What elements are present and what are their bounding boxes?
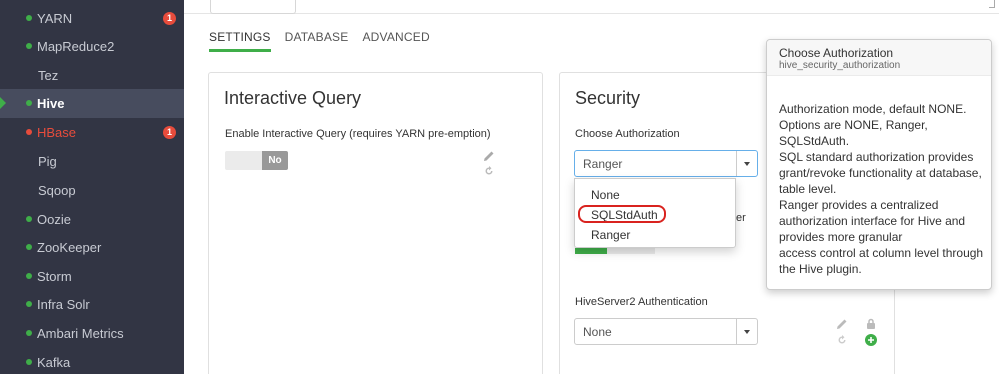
lock-icon[interactable]	[865, 318, 877, 332]
popover-property-name: hive_security_authorization	[779, 60, 901, 71]
toggle-off-segment	[607, 248, 655, 254]
sidebar-item-sqoop[interactable]: Sqoop	[0, 176, 184, 205]
tab-advanced[interactable]: ADVANCED	[362, 30, 429, 52]
sidebar-item-label: Oozie	[37, 212, 71, 227]
popover-body-line: SQLStdAuth.	[779, 134, 850, 148]
undo-refresh-icon[interactable]	[836, 334, 848, 348]
status-green-icon	[26, 43, 32, 49]
popover-body-line: authorization interface for Hive and	[779, 214, 966, 228]
sidebar-item-label: Sqoop	[38, 183, 76, 198]
toggle-value: No	[262, 151, 288, 170]
sidebar-item-infra-solr[interactable]: Infra Solr	[0, 290, 184, 319]
status-green-icon	[26, 244, 32, 250]
sidebar-item-pig[interactable]: Pig	[0, 147, 184, 176]
select-value: Ranger	[583, 157, 623, 171]
hiveserver2-authentication-label: HiveServer2 Authentication	[575, 296, 708, 308]
popover-body-line: provides more granular	[779, 230, 903, 244]
add-plus-icon[interactable]	[865, 334, 877, 348]
top-toolbar-strip	[184, 0, 999, 14]
status-green-icon	[26, 273, 32, 279]
alert-count-badge: 1	[163, 126, 176, 139]
sidebar-item-label: Storm	[37, 269, 72, 284]
popover-body-line: access control at column level through	[779, 246, 984, 260]
alert-count-badge: 1	[163, 12, 176, 25]
sidebar-item-label: Kafka	[37, 355, 71, 370]
sidebar-item-label: YARN	[37, 11, 73, 26]
hiveserver2-authentication-select[interactable]: None	[574, 318, 758, 345]
sidebar-item-kafka[interactable]: Kafka	[0, 348, 184, 374]
sidebar-item-label: Ambari Metrics	[37, 326, 124, 341]
chevron-down-icon[interactable]	[736, 319, 757, 344]
status-green-icon	[26, 359, 32, 365]
service-sidebar: YARN 1 MapReduce2 Tez Hive HBase 1 Pig S…	[0, 0, 184, 374]
interactive-query-toggle[interactable]: No	[225, 151, 288, 170]
authorization-help-popover: Choose Authorization hive_security_autho…	[766, 39, 992, 290]
panel-title: Interactive Query	[224, 88, 362, 108]
active-caret-icon	[0, 97, 6, 109]
undo-refresh-icon[interactable]	[483, 165, 495, 179]
obscured-field-label-fragment: er	[736, 212, 746, 224]
dropdown-option-ranger[interactable]: Ranger	[591, 228, 630, 242]
tab-settings[interactable]: SETTINGS	[209, 30, 271, 52]
panel-title: Security	[575, 88, 641, 108]
authorization-select[interactable]: Ranger	[574, 150, 758, 177]
sidebar-item-label: Tez	[38, 68, 59, 83]
sidebar-item-hive[interactable]: Hive	[0, 89, 184, 118]
sidebar-item-label: Pig	[38, 154, 57, 169]
toggle-off-segment	[225, 151, 262, 170]
sidebar-item-label: ZooKeeper	[37, 240, 102, 255]
popover-header: Choose Authorization hive_security_autho…	[767, 40, 991, 76]
sidebar-item-oozie[interactable]: Oozie	[0, 205, 184, 234]
sidebar-item-ambari-metrics[interactable]: Ambari Metrics	[0, 319, 184, 348]
edit-pencil-icon[interactable]	[836, 318, 848, 332]
sidebar-item-label: MapReduce2	[37, 39, 115, 54]
sidebar-item-yarn[interactable]: YARN 1	[0, 4, 184, 33]
status-green-icon	[26, 216, 32, 222]
sidebar-item-hbase[interactable]: HBase 1	[0, 118, 184, 147]
popover-title: Choose Authorization	[779, 46, 894, 60]
sidebar-item-label: HBase	[37, 125, 77, 140]
popover-body-line: Ranger provides a centralized	[779, 198, 939, 212]
enable-interactive-query-label: Enable Interactive Query (requires YARN …	[225, 128, 491, 140]
status-green-icon	[26, 301, 32, 307]
tab-database[interactable]: DATABASE	[285, 30, 349, 52]
popover-body-line: grant/revoke functionality at database,	[779, 166, 982, 180]
choose-authorization-label: Choose Authorization	[575, 128, 680, 140]
top-toolbar-box	[210, 0, 296, 14]
toggle-on-segment	[575, 248, 607, 254]
sidebar-item-label: Infra Solr	[37, 297, 90, 312]
popover-body: Authorization mode, default NONE. Option…	[779, 101, 989, 277]
sidebar-item-zookeeper[interactable]: ZooKeeper	[0, 233, 184, 262]
status-green-icon	[26, 15, 32, 21]
annotation-highlight-ring	[578, 205, 666, 223]
interactive-query-panel	[208, 72, 543, 374]
edit-pencil-icon[interactable]	[483, 150, 495, 164]
dropdown-option-none[interactable]: None	[591, 188, 620, 202]
status-green-icon	[26, 330, 32, 336]
select-value: None	[583, 325, 612, 339]
popover-body-line: Options are NONE, Ranger,	[779, 118, 928, 132]
sidebar-item-label: Hive	[37, 96, 65, 111]
corner-scroll-marker	[989, 0, 995, 8]
sidebar-item-mapreduce2[interactable]: MapReduce2	[0, 32, 184, 61]
popover-body-line: table level.	[779, 182, 837, 196]
popover-body-line: the Hive plugin.	[779, 262, 862, 276]
popover-body-line: Authorization mode, default NONE.	[779, 102, 967, 116]
config-tabs: SETTINGS DATABASE ADVANCED	[209, 30, 444, 52]
obscured-toggle[interactable]	[575, 248, 655, 254]
status-green-icon	[26, 100, 32, 106]
status-red-icon	[26, 129, 32, 135]
chevron-down-icon[interactable]	[736, 151, 757, 176]
sidebar-item-tez[interactable]: Tez	[0, 61, 184, 90]
popover-body-line: SQL standard authorization provides	[779, 150, 974, 164]
sidebar-item-storm[interactable]: Storm	[0, 262, 184, 291]
